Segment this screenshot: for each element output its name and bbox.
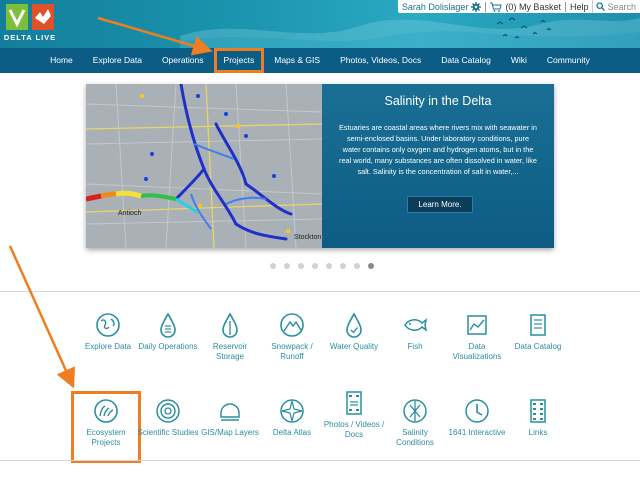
delta-live-page: DELTA LIVE Sarah Dolislager (0) My Baske… — [0, 0, 640, 480]
carousel-pagination — [270, 263, 382, 269]
interactive-icon — [464, 398, 490, 424]
cart-icon — [490, 2, 503, 12]
section-divider — [0, 291, 640, 292]
tile-salinity-conditions[interactable]: Salinity Conditions — [383, 398, 447, 448]
site-header: DELTA LIVE Sarah Dolislager (0) My Baske… — [0, 0, 640, 48]
search-icon — [596, 2, 606, 11]
tile-data-catalog[interactable]: Data Catalog — [506, 312, 570, 352]
nav-photos-videos-docs[interactable]: Photos, Videos, Docs — [330, 48, 431, 73]
map-layers-icon — [217, 398, 243, 424]
compass-icon — [279, 398, 305, 424]
tile-fish[interactable]: Fish — [383, 312, 447, 352]
carousel-text-panel: Salinity in the Delta Estuaries are coas… — [322, 84, 554, 248]
basket-label: (0) My Basket — [505, 1, 561, 12]
tile-label: Snowpack / Runoff — [271, 342, 313, 361]
tile-water-quality[interactable]: Water Quality — [322, 312, 386, 352]
carousel-dot-active[interactable] — [368, 263, 374, 269]
tile-label: Scientific Studies — [137, 428, 199, 437]
carousel-dot[interactable] — [312, 263, 318, 269]
carousel-dot[interactable] — [270, 263, 276, 269]
film-links-icon — [525, 398, 551, 424]
target-icon — [155, 398, 181, 424]
tile-label: Data Visualizations — [452, 342, 502, 361]
tile-1641-interactive[interactable]: 1641 Interactive — [445, 398, 509, 438]
tile-photos-videos-docs[interactable]: Photos / Videos / Docs — [322, 390, 386, 440]
nav-community[interactable]: Community — [537, 48, 600, 73]
tile-label: Explore Data — [84, 342, 132, 351]
tile-label: Salinity Conditions — [396, 428, 434, 447]
tile-label: Daily Operations — [138, 342, 198, 351]
ecosystem-icon — [93, 398, 119, 424]
tile-delta-atlas[interactable]: Delta Atlas — [260, 398, 324, 438]
carousel-dot[interactable] — [354, 263, 360, 269]
tile-label: Fish — [407, 342, 423, 351]
search-input[interactable]: Search — [607, 2, 636, 12]
water-drop-check-icon — [341, 312, 367, 338]
tile-reservoir-storage[interactable]: Reservoir Storage — [198, 312, 262, 362]
tile-label: Data Catalog — [514, 342, 562, 351]
tile-label: Reservoir Storage — [212, 342, 248, 361]
search-box[interactable]: Search — [592, 0, 640, 13]
reservoir-drop-icon — [217, 312, 243, 338]
user-name: Sarah Dolislager — [401, 1, 469, 12]
nav-projects[interactable]: Projects — [213, 48, 265, 73]
tile-label: Links — [528, 428, 548, 437]
catalog-icon — [525, 312, 551, 338]
carousel-dot[interactable] — [298, 263, 304, 269]
nav-wiki[interactable]: Wiki — [501, 48, 537, 73]
mountain-icon — [279, 312, 305, 338]
tile-daily-operations[interactable]: Daily Operations — [136, 312, 200, 352]
tile-ecosystem-projects[interactable]: Ecosystem Projects — [71, 391, 141, 463]
carousel-dot[interactable] — [326, 263, 332, 269]
tile-gis-map-layers[interactable]: GIS/Map Layers — [198, 398, 262, 438]
basket-link[interactable]: (0) My Basket — [486, 0, 565, 13]
salinity-map-image[interactable]: Antioch Stockton — [86, 84, 322, 248]
tile-scientific-studies[interactable]: Scientific Studies — [136, 398, 200, 438]
salinity-icon — [402, 398, 428, 424]
section-divider — [0, 460, 640, 461]
fish-icon — [402, 312, 428, 338]
map-graphic — [86, 84, 322, 248]
tile-label: Photos / Videos / Docs — [323, 420, 385, 439]
logo-text: DELTA LIVE — [3, 33, 57, 42]
user-menu[interactable]: Sarah Dolislager — [398, 0, 486, 13]
carousel-title: Salinity in the Delta — [384, 94, 492, 108]
carousel-description: Estuaries are coastal areas where rivers… — [339, 123, 537, 176]
logo-mark-icon — [6, 4, 54, 30]
tile-explore-data[interactable]: Explore Data — [76, 312, 140, 352]
tile-links[interactable]: Links — [506, 398, 570, 438]
featured-carousel: Antioch Stockton Salinity in the Delta E… — [86, 84, 554, 248]
tile-label: Water Quality — [329, 342, 379, 351]
tile-label: GIS/Map Layers — [201, 428, 259, 437]
map-label-antioch: Antioch — [118, 210, 142, 217]
help-link[interactable]: Help — [566, 0, 593, 13]
main-nav: Home Explore Data Operations Projects Ma… — [0, 48, 640, 73]
nav-data-catalog[interactable]: Data Catalog — [431, 48, 501, 73]
nav-maps-gis[interactable]: Maps & GIS — [264, 48, 330, 73]
tile-snowpack-runoff[interactable]: Snowpack / Runoff — [260, 312, 324, 362]
film-doc-icon — [341, 390, 367, 416]
gear-icon[interactable] — [471, 1, 482, 12]
tile-data-visualizations[interactable]: Data Visualizations — [445, 312, 509, 362]
delta-live-logo[interactable]: DELTA LIVE — [2, 2, 58, 46]
map-label-stockton: Stockton — [294, 234, 322, 241]
tile-label: 1641 Interactive — [448, 428, 506, 437]
carousel-dot[interactable] — [340, 263, 346, 269]
globe-icon — [95, 312, 121, 338]
nav-operations[interactable]: Operations — [152, 48, 214, 73]
utility-bar: Sarah Dolislager (0) My Basket Help Sear… — [397, 0, 640, 13]
birds-decoration — [496, 17, 552, 39]
learn-more-button[interactable]: Learn More. — [407, 196, 473, 213]
nav-explore-data[interactable]: Explore Data — [83, 48, 152, 73]
tile-label: Delta Atlas — [272, 428, 312, 437]
drop-gauge-icon — [155, 312, 181, 338]
carousel-dot[interactable] — [284, 263, 290, 269]
chart-icon — [464, 312, 490, 338]
tile-label: Ecosystem Projects — [86, 428, 126, 447]
nav-home[interactable]: Home — [40, 48, 83, 73]
